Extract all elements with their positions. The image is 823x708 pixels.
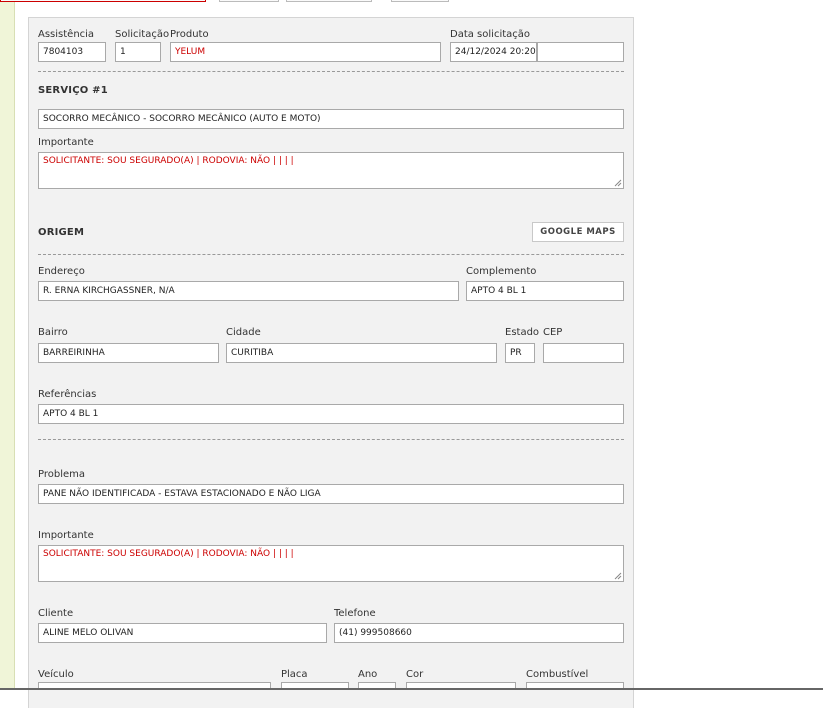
top-button-3[interactable] xyxy=(391,0,449,2)
servico-importante-label: Importante xyxy=(38,137,94,148)
data-solicitacao-extra-field[interactable] xyxy=(537,42,624,62)
estado-field[interactable]: PR xyxy=(505,343,535,363)
complemento-label: Complemento xyxy=(466,266,537,277)
endereco-label: Endereço xyxy=(38,266,85,277)
divider xyxy=(38,439,624,440)
resize-grip-icon[interactable] xyxy=(614,179,622,187)
produto-label: Produto xyxy=(170,29,209,40)
telefone-field[interactable]: (41) 999508660 xyxy=(334,623,624,643)
solicitacao-label: Solicitação xyxy=(115,29,170,40)
servico-importante-text: SOLICITANTE: SOU SEGURADO(A) | RODOVIA: … xyxy=(43,156,294,166)
data-solicitacao-label: Data solicitação xyxy=(450,29,531,40)
problema-label: Problema xyxy=(38,469,86,480)
resize-grip-icon[interactable] xyxy=(614,572,622,580)
importante-text: SOLICITANTE: SOU SEGURADO(A) | RODOVIA: … xyxy=(43,549,294,559)
bairro-field[interactable]: BARREIRINHA xyxy=(38,343,219,363)
estado-label: Estado xyxy=(505,327,540,338)
cliente-label: Cliente xyxy=(38,608,74,619)
ano-label: Ano xyxy=(358,669,378,680)
referencias-field[interactable]: APTO 4 BL 1 xyxy=(38,404,624,424)
assistencia-label: Assistência xyxy=(38,29,95,40)
veiculo-label: Veículo xyxy=(38,669,74,680)
referencias-label: Referências xyxy=(38,389,97,400)
cliente-field[interactable]: ALINE MELO OLIVAN xyxy=(38,623,327,643)
combustivel-label: Combustível xyxy=(526,669,589,680)
cidade-label: Cidade xyxy=(226,327,261,338)
problema-field[interactable]: PANE NÃO IDENTIFICADA - ESTAVA ESTACIONA… xyxy=(38,484,624,504)
google-maps-button[interactable]: GOOGLE MAPS xyxy=(532,222,624,242)
telefone-label: Telefone xyxy=(334,608,376,619)
top-red-field[interactable] xyxy=(0,0,206,2)
left-frame-strip xyxy=(0,0,15,690)
cep-label: CEP xyxy=(543,327,563,338)
divider xyxy=(38,71,624,72)
servico-title: SERVIÇO #1 xyxy=(38,85,108,96)
importante-textarea[interactable]: SOLICITANTE: SOU SEGURADO(A) | RODOVIA: … xyxy=(38,545,624,582)
placa-label: Placa xyxy=(281,669,308,680)
servico-importante-textarea[interactable]: SOLICITANTE: SOU SEGURADO(A) | RODOVIA: … xyxy=(38,152,624,189)
data-solicitacao-field[interactable]: 24/12/2024 20:20 xyxy=(450,42,537,62)
endereco-field[interactable]: R. ERNA KIRCHGASSNER, N/A xyxy=(38,281,459,301)
cidade-field[interactable]: CURITIBA xyxy=(226,343,497,363)
top-button-2[interactable] xyxy=(286,0,372,2)
cep-field[interactable] xyxy=(543,343,624,363)
origem-title: ORIGEM xyxy=(38,227,85,238)
top-button-1[interactable] xyxy=(219,0,279,2)
importante-label: Importante xyxy=(38,530,94,541)
bairro-label: Bairro xyxy=(38,327,68,338)
cor-label: Cor xyxy=(406,669,424,680)
servico-description-field[interactable]: SOCORRO MECÂNICO - SOCORRO MECÂNICO (AUT… xyxy=(38,109,624,129)
solicitacao-field[interactable]: 1 xyxy=(115,42,161,62)
produto-field[interactable]: YELUM xyxy=(170,42,441,62)
divider xyxy=(38,254,624,255)
complemento-field[interactable]: APTO 4 BL 1 xyxy=(466,281,624,301)
assistencia-field[interactable]: 7804103 xyxy=(38,42,106,62)
